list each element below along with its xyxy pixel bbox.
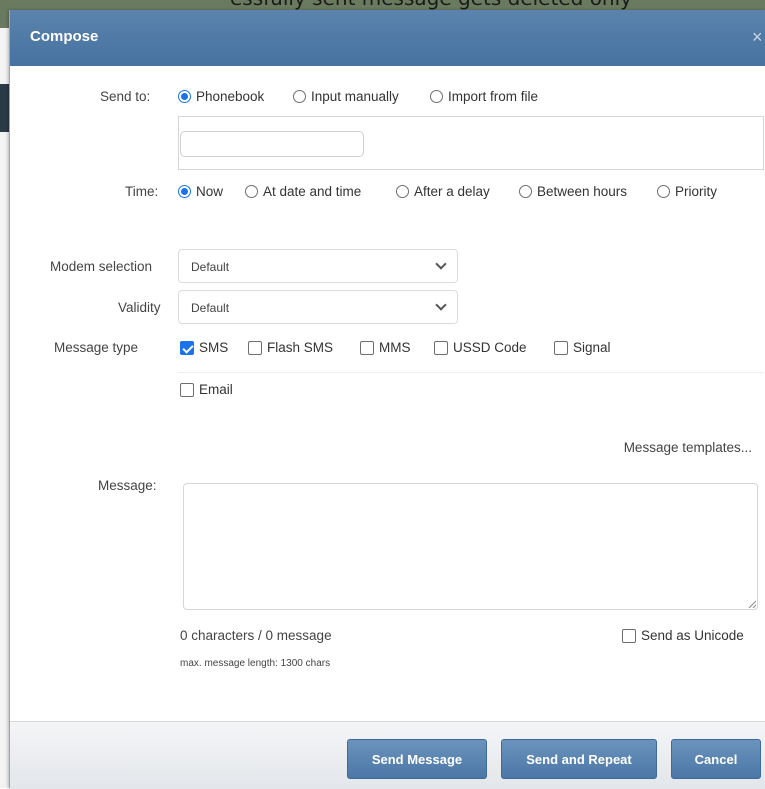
send-to-import-radio[interactable]: Import from file [430,89,538,104]
send-as-unicode-label: Send as Unicode [641,628,744,643]
radio-checked-icon [178,90,191,103]
time-now-label: Now [196,184,224,199]
radio-icon [293,90,306,103]
message-templates-link[interactable]: Message templates... [624,440,752,455]
message-type-signal-label: Signal [573,340,611,355]
time-label: Time: [125,184,159,199]
chevron-down-icon [435,299,447,311]
dialog-titlebar: Compose × [10,10,765,66]
message-type-flash-label: Flash SMS [267,340,334,355]
message-label: Message: [98,478,157,493]
background-text: essfully sent message gets deleted only [230,0,632,10]
radio-icon [396,185,409,198]
modem-select-value: Default [191,260,230,274]
send-to-phonebook-radio[interactable]: Phonebook [178,89,264,104]
time-now-radio[interactable]: Now [178,184,223,199]
message-type-mms-label: MMS [379,340,411,355]
checkbox-icon [622,628,636,643]
message-type-email-label: Email [199,382,233,397]
send-message-button[interactable]: Send Message [347,739,487,779]
radio-checked-icon [178,185,191,198]
message-type-ussd-checkbox[interactable]: USSD Code [434,340,527,355]
time-date-label: At date and time [263,184,362,199]
close-icon[interactable]: × [752,26,765,48]
time-priority-radio[interactable]: Priority [657,184,717,199]
background-accent [0,84,9,132]
checkbox-icon [248,340,262,355]
cancel-button[interactable]: Cancel [671,739,761,779]
time-priority-label: Priority [675,184,718,199]
checkbox-icon [554,340,568,355]
radio-icon [519,185,532,198]
radio-icon [430,90,443,103]
message-type-mms-checkbox[interactable]: MMS [360,340,411,355]
message-type-ussd-label: USSD Code [453,340,527,355]
modem-selection-label: Modem selection [50,259,153,274]
modem-select[interactable]: Default [178,249,458,283]
send-to-label: Send to: [100,89,151,104]
checkbox-icon [434,340,448,355]
message-type-label: Message type [54,340,139,355]
radio-icon [657,185,670,198]
time-between-label: Between hours [537,184,628,199]
send-to-manual-label: Input manually [311,89,399,104]
send-as-unicode-checkbox[interactable]: Send as Unicode [622,628,744,643]
time-between-radio[interactable]: Between hours [519,184,627,199]
message-type-sms-label: SMS [199,340,229,355]
message-type-signal-checkbox[interactable]: Signal [554,340,611,355]
checkbox-checked-icon [180,340,194,355]
send-to-phonebook-label: Phonebook [196,89,265,104]
send-to-import-label: Import from file [448,89,539,104]
validity-label: Validity [118,300,161,315]
send-and-repeat-button[interactable]: Send and Repeat [501,739,657,779]
message-type-flash-checkbox[interactable]: Flash SMS [248,340,333,355]
checkbox-icon [360,340,374,355]
message-type-email-checkbox[interactable]: Email [180,382,233,397]
compose-dialog: Compose × Send to: Phonebook Input manua… [9,10,765,789]
max-length-note: max. message length: 1300 chars [180,658,331,669]
message-textarea[interactable] [183,483,758,610]
message-type-sms-checkbox[interactable]: SMS [180,340,228,355]
validity-select[interactable]: Default [178,290,458,324]
validity-select-value: Default [191,301,230,315]
character-counter: 0 characters / 0 message [180,628,332,643]
time-delay-radio[interactable]: After a delay [396,184,490,199]
recipient-input[interactable] [180,131,364,157]
resize-grip-icon[interactable] [748,600,756,608]
chevron-down-icon [435,258,447,270]
divider [178,372,764,373]
checkbox-icon [180,382,194,397]
dialog-title: Compose [30,28,99,45]
radio-icon [245,185,258,198]
time-delay-label: After a delay [414,184,490,199]
time-date-radio[interactable]: At date and time [245,184,361,199]
send-to-manual-radio[interactable]: Input manually [293,89,399,104]
